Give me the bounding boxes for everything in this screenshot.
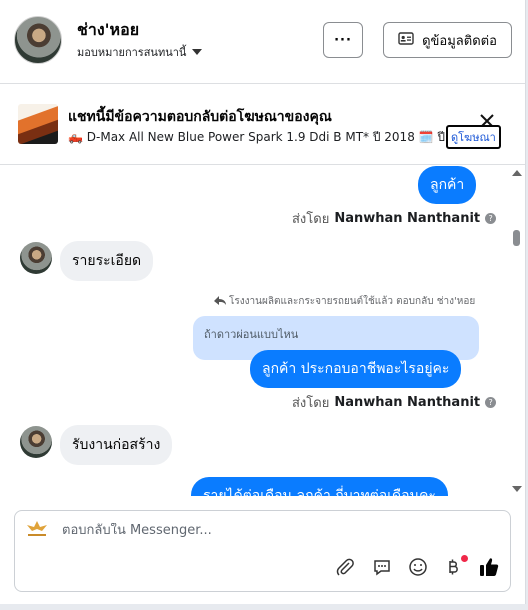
- assign-conversation-dropdown[interactable]: มอบหมายการสนทนานี้: [77, 43, 203, 61]
- view-contact-button[interactable]: ดูข้อมูลติดต่อ: [383, 22, 512, 58]
- scroll-up-arrow[interactable]: [512, 170, 522, 176]
- like-icon[interactable]: [477, 555, 501, 579]
- message-composer: [14, 510, 511, 592]
- outgoing-message: ลูกค้า: [418, 166, 477, 204]
- emoji-icon[interactable]: [406, 555, 430, 579]
- outgoing-message: รายได้ต่อเดือน ลูกค้า ถี่บาทต่อเดือนคะ: [191, 477, 448, 496]
- reply-arrow-icon: [213, 295, 227, 309]
- view-contact-label: ดูข้อมูลติดต่อ: [422, 33, 497, 49]
- sender-name: Nanwhan Nanthanit: [334, 211, 481, 226]
- contact-avatar-small: [20, 242, 52, 274]
- contact-avatar[interactable]: [14, 16, 62, 64]
- sender-name: Nanwhan Nanthanit: [334, 395, 481, 410]
- saved-reply-icon[interactable]: [370, 555, 394, 579]
- ad-banner-title: แชทนี้มีข้อความตอบกลับต่อโฆษณาของคุณ: [68, 109, 332, 125]
- id-card-icon: [398, 31, 414, 49]
- reply-input[interactable]: [62, 523, 482, 538]
- truck-icon: 🛻: [68, 130, 83, 144]
- page-logo-icon: [24, 519, 50, 541]
- more-label: ···: [334, 32, 352, 48]
- notification-dot: [461, 555, 468, 562]
- assign-label: มอบหมายการสนทนานี้: [77, 46, 187, 59]
- scroll-down-arrow[interactable]: [512, 486, 522, 492]
- info-icon[interactable]: ?: [485, 213, 497, 224]
- message-list[interactable]: ลูกค้า ส่งโดย Nanwhan Nanthanit ? รายระเ…: [0, 166, 525, 496]
- incoming-message: รับงานก่อสร้าง: [60, 425, 173, 465]
- view-ad-link[interactable]: ดูโฆษณา: [446, 125, 501, 149]
- reply-context: โรงงานผลิตและกระจายรถยนต์ใช้แล้ว ตอบกลับ…: [213, 294, 475, 309]
- more-options-button[interactable]: ···: [323, 22, 363, 58]
- contact-name[interactable]: ช่าง'หอย: [77, 18, 139, 43]
- ad-thumbnail: [18, 104, 58, 144]
- outgoing-message: ลูกค้า ประกอบอาชีพอะไรอยู่คะ: [250, 350, 462, 388]
- sent-by-line: ส่งโดย Nanwhan Nanthanit ?: [292, 208, 497, 229]
- conversation-panel: ช่าง'หอย มอบหมายการสนทนานี้ ··· ดูข้อมูล…: [0, 0, 526, 604]
- sent-by-line: ส่งโดย Nanwhan Nanthanit ?: [292, 392, 497, 413]
- contact-avatar-small: [20, 426, 52, 458]
- conversation-header: ช่าง'หอย มอบหมายการสนทนานี้ ··· ดูข้อมูล…: [0, 0, 525, 84]
- ad-subtitle-text: D-Max All New Blue Power Spark 1.9 Ddi B…: [86, 130, 448, 144]
- incoming-message: รายระเอียด: [60, 241, 154, 281]
- reply-note-text: โรงงานผลิตและกระจายรถยนต์ใช้แล้ว ตอบกลับ…: [229, 296, 476, 307]
- sent-by-prefix: ส่งโดย: [292, 212, 330, 227]
- info-icon[interactable]: ?: [485, 397, 497, 408]
- caret-down-icon: [192, 49, 203, 55]
- scrollbar-thumb[interactable]: [513, 230, 520, 246]
- attach-icon[interactable]: [333, 555, 357, 579]
- sent-by-prefix: ส่งโดย: [292, 396, 330, 411]
- ad-banner-subtitle: 🛻 D-Max All New Blue Power Spark 1.9 Ddi…: [68, 128, 448, 147]
